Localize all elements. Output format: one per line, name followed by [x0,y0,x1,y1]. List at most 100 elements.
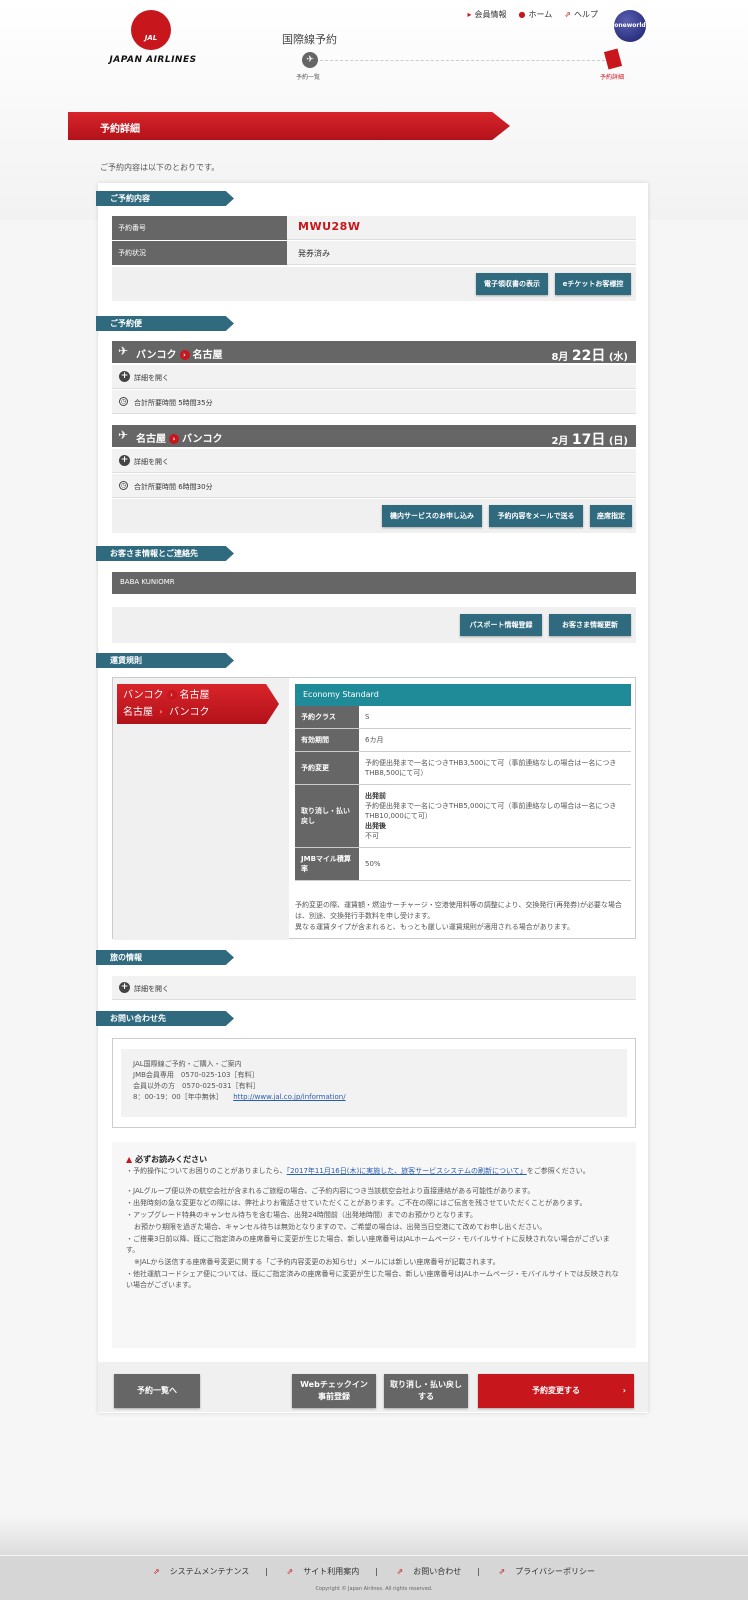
footer-links: ⇗ システムメンテナンス | ⇗ サイト利用案内 | ⇗ お問い合わせ | ⇗ プライバシーポ… [0,1566,748,1577]
reservation-number: MWU28W [298,220,361,233]
page-title-bar: 予約詳細 [68,112,510,140]
fare-note: 予約変更の際、運賃額・燃油サーチャージ・空港使用料等の調整により、交換発行(再発… [295,901,622,931]
notice-box: ▲ 必ずお読みください ・予約操作についてお困りのことがありましたら、「2017年… [112,1142,636,1348]
plane-icon: ✈ [118,428,129,442]
help-icon: ⇗ [564,10,571,19]
plus-icon: + [119,371,130,382]
web-checkin-button[interactable]: Webチェックイン 事前登録 [292,1374,376,1408]
step-line [320,60,610,61]
step-plane-icon[interactable]: ✈ [302,52,318,68]
flight-duration-1: ◷ 合計所要時間 5時間35分 [112,390,636,414]
arrow-icon: ▸ [467,10,472,19]
travel-details-toggle[interactable]: + 詳細を開く [112,976,636,1000]
passport-register-button[interactable]: パスポート情報登録 [460,614,542,636]
footer-link-privacy[interactable]: ⇗ プライバシーポリシー [490,1567,603,1576]
inflight-service-button[interactable]: 機内サービスのお申し込み [382,505,482,527]
fare-row-change: 予約変更 予約便出発まで一名につきTHB3,500にて可（事前連絡なしの場合は一名… [295,752,631,785]
fare-row-cancel: 取り消し・払い戻し 出発前 予約便出発まで一名につきTHB5,000にて可（事前… [295,785,631,848]
section-inquiry: お問い合わせ先 [96,1011,234,1026]
jal-logo[interactable]: JAL JAPAN AIRLINES [98,10,208,70]
step-ticket-icon [603,48,623,70]
arrow-right-icon: › [179,350,190,360]
flight-date-2: 2月 17日 (日) [551,432,628,448]
step-reservation-list[interactable]: 予約一覧 [296,72,320,81]
fare-row-validity: 有効期間 6カ月 [295,729,631,752]
row-reservation-number: 予約番号 MWU28W [112,216,636,240]
arrow-icon: ⇗ [498,1567,506,1576]
change-reservation-button[interactable]: 予約変更する › [478,1374,634,1408]
section-travel-info: 旅の情報 [96,950,234,965]
passenger-name: BABA KUNIOMR [112,572,636,594]
plus-icon: + [119,455,130,466]
fare-row-class: 予約クラス S [295,706,631,729]
label-reservation-number: 予約番号 [112,216,287,240]
brand-name: JAPAN AIRLINES [109,55,197,65]
system-renewal-link[interactable]: 「2017年11月16日(木)に実施した、旅客サービスシステムの刷新について」 [287,1167,527,1175]
fare-name: Economy Standard [295,684,631,706]
flight-route-2: 名古屋 › バンコク [136,434,223,445]
help-link[interactable]: ⇗ ヘルプ [564,9,598,20]
fare-route-panel: バンコク › 名古屋 名古屋 › バンコク [113,678,289,940]
fare-row-mileage: JMBマイル積算率 50% [295,848,631,881]
inquiry-box: JAL国際線ご予約・ご購入・ご案内 JMB会員専用 0570-025-103［有… [112,1038,636,1128]
flight-route-1: バンコク › 名古屋 [136,350,223,361]
fare-route-tab[interactable]: バンコク › 名古屋 名古屋 › バンコク [117,684,279,724]
passenger-button-bar: パスポート情報登録 お客さま情報更新 [112,607,636,643]
eticket-button[interactable]: eチケットお客様控 [555,273,631,295]
member-info-link[interactable]: ▸ 会員情報 [468,9,507,20]
flight-details-toggle-1[interactable]: + 詳細を開く [112,365,636,389]
copyright: Copyright © Japan Airlines. All rights r… [315,1586,433,1592]
nav-title: 国際線予約 [282,33,337,46]
flight-details-toggle-2[interactable]: + 詳細を開く [112,449,636,473]
section-flights: ご予約便 [96,316,234,331]
footer: ⇗ システムメンテナンス | ⇗ サイト利用案内 | ⇗ お問い合わせ | ⇗ プライバシーポ… [0,1556,748,1600]
footer-link-contact[interactable]: ⇗ お問い合わせ [389,1567,470,1576]
step-reservation-detail: 予約詳細 [600,74,625,81]
customer-update-button[interactable]: お客さま情報更新 [549,614,631,636]
fare-detail-table: Economy Standard 予約クラス S 有効期間 6カ月 予約変更 予約便出… [295,684,631,881]
header: JAL JAPAN AIRLINES ▸ 会員情報 ● ホーム ⇗ ヘルプ onewo… [0,0,748,100]
footer-link-maintenance[interactable]: ⇗ システムメンテナンス [145,1567,257,1576]
seat-selection-button[interactable]: 座席指定 [590,505,632,527]
flight-header-2: ✈ 名古屋 › バンコク 2月 17日 (日) [112,425,636,448]
section-fare-rules: 運賃規則 [96,653,234,668]
inquiry-url-link[interactable]: http://www.jal.co.jp/information/ [233,1093,345,1101]
intro-text: ご予約内容は以下のとおりです。 [100,163,220,172]
flight-header-1: ✈ バンコク › 名古屋 8月 22日 (水) [112,341,636,364]
skyline-decoration [0,1515,748,1555]
reservation-button-bar: 電子領収書の表示 eチケットお客様控 [112,267,636,301]
chevron-right-icon: › [622,1386,626,1395]
label-reservation-status: 予約状況 [112,241,287,265]
top-links: ▸ 会員情報 ● ホーム ⇗ ヘルプ [468,9,598,20]
crane-logo-icon: JAL [131,10,171,50]
section-reservation: ご予約内容 [96,191,234,206]
flight-date-1: 8月 22日 (水) [551,348,628,364]
fare-route-2: 名古屋 › バンコク [123,707,210,718]
clock-icon: ◷ [119,397,128,406]
warning-icon: ▲ [126,1155,133,1164]
receipt-button[interactable]: 電子領収書の表示 [476,273,548,295]
email-reservation-button[interactable]: 予約内容をメールで送る [489,505,583,527]
arrow-icon: ⇗ [152,1567,160,1576]
clock-icon: ◷ [119,481,128,490]
home-icon: ● [518,10,526,19]
arrow-right-icon: › [169,434,179,444]
footer-link-site-guide[interactable]: ⇗ サイト利用案内 [279,1567,368,1576]
arrow-right-icon: › [166,690,177,700]
arrow-right-icon: › [156,707,166,717]
row-reservation-status: 予約状況 発券済み [112,241,636,265]
fare-rules-box: バンコク › 名古屋 名古屋 › バンコク Economy Standard 予約クラス… [112,677,636,940]
flight-button-bar: 機内サービスのお申し込み 予約内容をメールで送る 座席指定 [112,499,636,533]
page-title: 予約詳細 [100,124,140,135]
back-to-list-button[interactable]: 予約一覧へ [114,1374,200,1408]
action-bar: 予約一覧へ Webチェックイン 事前登録 取り消し・払い戻し する 予約変更する › [98,1362,648,1412]
fare-route-1: バンコク › 名古屋 [123,690,210,701]
plane-icon: ✈ [118,344,129,358]
home-link[interactable]: ● ホーム [519,9,553,20]
cancel-refund-button[interactable]: 取り消し・払い戻し する [384,1374,468,1408]
flight-duration-2: ◷ 合計所要時間 6時間30分 [112,474,636,498]
arrow-icon: ⇗ [286,1567,294,1576]
reservation-status: 発券済み [298,249,330,258]
plus-icon: + [119,982,130,993]
arrow-icon: ⇗ [396,1567,404,1576]
